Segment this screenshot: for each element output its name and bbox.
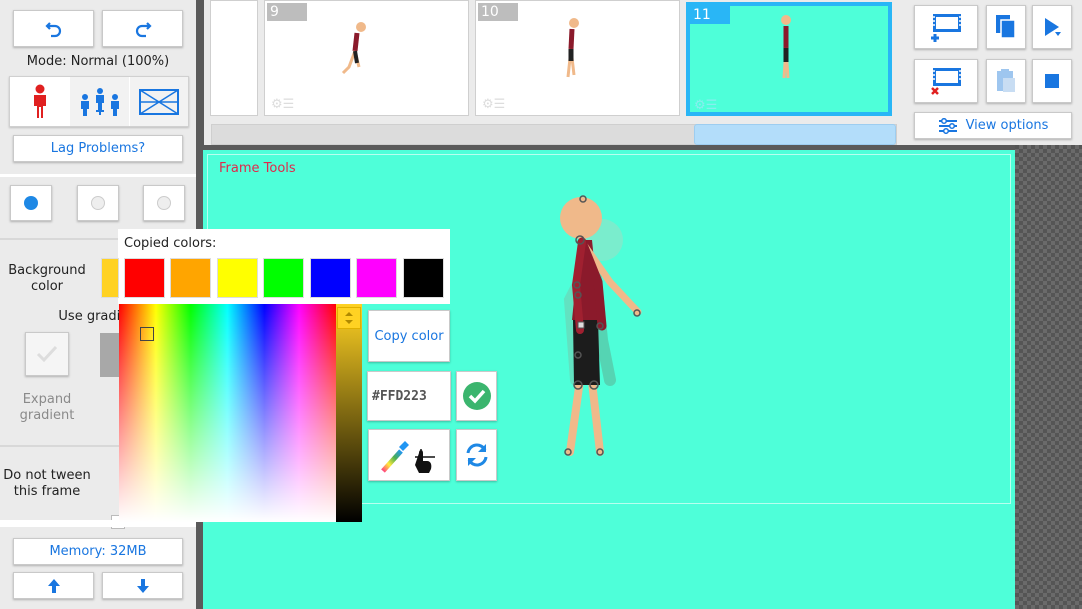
current-color-swatch[interactable] [101, 258, 119, 298]
color-swatch-red[interactable] [124, 258, 165, 298]
background-color-label: Background color [8, 263, 86, 294]
move-up-button[interactable] [13, 572, 94, 599]
timeline-frame-10[interactable]: 10 ⚙☰ [475, 0, 680, 116]
frame-tools-label: Frame Tools [219, 161, 296, 176]
sliders-icon [938, 117, 957, 134]
color-swatch-magenta[interactable] [356, 258, 397, 298]
arrow-down-icon [136, 578, 149, 593]
view-options-label: View options [965, 118, 1049, 133]
color-swatch-blue[interactable] [310, 258, 351, 298]
timeline-frame-11[interactable]: 11 ⚙☰ [686, 2, 892, 116]
frame-number: 9 [267, 3, 307, 21]
brightness-handle[interactable] [337, 307, 361, 329]
frame-number: 11 [690, 6, 730, 24]
color-cursor[interactable] [140, 327, 154, 341]
brightness-slider[interactable] [336, 304, 362, 522]
stop-icon [1045, 74, 1059, 88]
single-figure-mode-tab[interactable] [10, 77, 69, 126]
timeline-frame-partial[interactable] [210, 0, 258, 116]
refresh-icon [466, 443, 487, 467]
memory-button[interactable]: Memory: 32MB [13, 538, 183, 565]
frame-options-icon: ⚙☰ [482, 97, 506, 112]
delete-frame-button[interactable] [914, 59, 978, 103]
color-swatch-orange[interactable] [170, 258, 211, 298]
copy-color-label: Copy color [374, 328, 444, 344]
person-icon [33, 84, 46, 118]
timeline-scrollbar-thumb[interactable] [694, 124, 896, 145]
expand-gradient-label: Expand gradient [19, 392, 75, 423]
lag-problems-button[interactable]: Lag Problems? [13, 135, 183, 162]
timeline-frame-9[interactable]: 9 ⚙☰ [264, 0, 469, 116]
frame-options-icon: ⚙☰ [271, 97, 295, 112]
panel-divider [0, 174, 196, 177]
paste-frame-button[interactable] [986, 59, 1026, 103]
undo-icon [44, 21, 61, 37]
dot-empty-icon [157, 196, 171, 210]
undo-button[interactable] [13, 10, 94, 47]
copy-frame-button[interactable] [986, 5, 1026, 49]
copy-color-button[interactable]: Copy color [368, 310, 450, 362]
hex-value: #FFD223 [372, 388, 427, 404]
group-mode-tab[interactable] [70, 77, 129, 126]
eyedropper-button[interactable] [368, 429, 450, 481]
color-swatch-green[interactable] [263, 258, 304, 298]
redo-button[interactable] [102, 10, 183, 47]
brush-size-large-button[interactable] [143, 185, 185, 221]
stick-figure[interactable] [540, 190, 660, 465]
play-icon [1045, 18, 1061, 36]
check-circle-icon [462, 382, 491, 410]
dot-filled-icon [24, 196, 38, 210]
frame-options-icon: ⚙☰ [694, 98, 718, 113]
play-button[interactable] [1032, 5, 1072, 49]
no-tween-label: Do not tween this frame [3, 468, 91, 499]
brush-size-medium-button[interactable] [77, 185, 119, 221]
confirm-color-button[interactable] [456, 371, 497, 421]
memory-label: Memory: 32MB [49, 544, 147, 559]
copy-icon [996, 15, 1016, 39]
checkmark-icon [36, 345, 58, 363]
frame-thumbnail [341, 22, 366, 75]
mode-text: Mode: Normal (100%) [26, 54, 170, 69]
copied-colors-label: Copied colors: [124, 236, 217, 251]
frame-thumbnail [781, 15, 791, 79]
redo-icon [135, 21, 152, 37]
gradient-checkbox[interactable] [25, 332, 69, 376]
frame-number: 10 [478, 3, 518, 21]
hex-input[interactable]: #FFD223 [367, 371, 451, 421]
group-icon [80, 87, 119, 116]
updown-arrows-icon [345, 312, 353, 324]
stop-button[interactable] [1032, 59, 1072, 103]
add-frame-button[interactable] [914, 5, 978, 49]
film-add-icon [931, 14, 961, 42]
right-checker-strip [1015, 145, 1082, 609]
color-swatch-yellow[interactable] [217, 258, 258, 298]
dot-empty-icon [91, 196, 105, 210]
brush-size-small-button[interactable] [10, 185, 52, 221]
view-options-button[interactable]: View options [914, 112, 1072, 139]
scene-icon [139, 88, 179, 115]
move-down-button[interactable] [102, 572, 183, 599]
scene-mode-tab[interactable] [130, 77, 188, 126]
lag-problems-label: Lag Problems? [50, 141, 146, 156]
paste-icon [997, 69, 1015, 92]
frame-thumbnail [566, 18, 579, 78]
eyedropper-touch-icon [381, 441, 435, 473]
color-swatch-black[interactable] [403, 258, 444, 298]
arrow-up-icon [47, 578, 60, 593]
refresh-color-button[interactable] [456, 429, 497, 481]
film-delete-icon [931, 68, 961, 95]
